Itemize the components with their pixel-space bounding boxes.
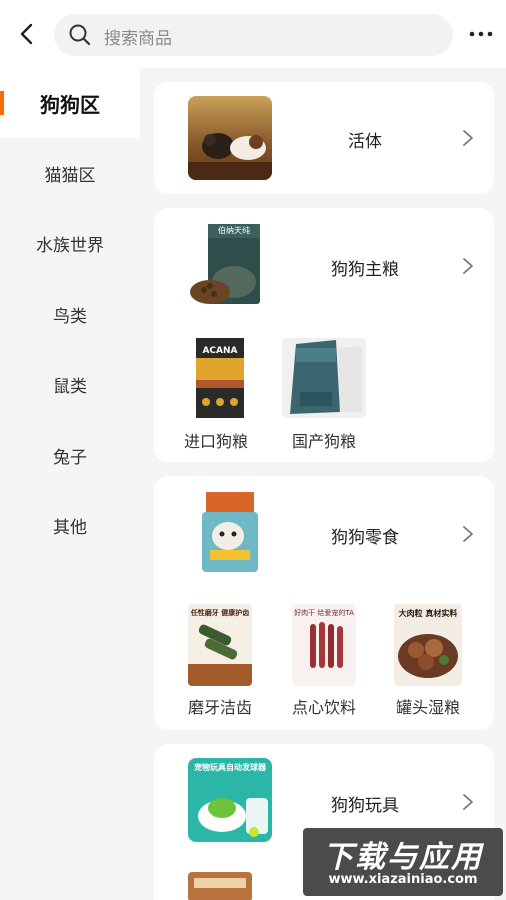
sidebar-item-other[interactable]: 其他 [0, 490, 140, 560]
subcategory-label: 磨牙洁齿 [187, 698, 252, 717]
canned-food-image: 大肉粒 真材实料 [394, 604, 462, 686]
sidebar-item-label: 鼠类 [53, 376, 87, 397]
subcategory-treats-drinks[interactable]: 好肉干 给爱宠的TA 点心饮料 [274, 604, 374, 719]
subcategory-domestic-dog-food[interactable]: 国产狗粮 [274, 338, 374, 453]
subcategory-imported-dog-food[interactable]: ACANA 进口狗粮 [166, 338, 266, 453]
brand-text: ACANA [202, 346, 238, 356]
subcategory-label: 罐头湿粮 [395, 698, 460, 717]
sidebar-item-cats[interactable]: 猫猫区 [0, 138, 140, 208]
search-placeholder: 搜索商品 [104, 29, 172, 49]
sidebar-item-rabbits[interactable]: 兔子 [0, 420, 140, 490]
toy-subcategory-image[interactable] [188, 872, 252, 900]
subcategory-label: 国产狗粮 [291, 432, 356, 451]
watermark-logo: 下载与应用 www.xiazainiao.com [303, 828, 503, 896]
dental-chew-image: 任性磨牙 健康护齿 [188, 604, 252, 686]
domestic-food-bag-image [282, 338, 366, 418]
sidebar-item-aquatic[interactable]: 水族世界 [0, 208, 140, 278]
watermark-text: 下载与应用 [323, 840, 483, 875]
watermark-url: www.xiazainiao.com [328, 872, 478, 887]
search-input[interactable]: 搜索商品 [54, 14, 453, 56]
puppy-photo [188, 96, 272, 180]
sidebar-item-label: 猫猫区 [44, 165, 96, 186]
promo-text: 任性磨牙 健康护齿 [190, 609, 250, 617]
subcategory-label: 进口狗粮 [183, 432, 248, 451]
sidebar-item-label: 兔子 [53, 447, 87, 468]
chevron-right-icon[interactable] [460, 524, 476, 544]
category-card-live[interactable]: 活体 [154, 82, 494, 194]
dog-food-bag-image[interactable]: 伯纳天纯 [188, 222, 272, 306]
sidebar-item-rodents[interactable]: 鼠类 [0, 349, 140, 419]
acana-bag-image: ACANA [190, 338, 250, 418]
brand-text: 伯纳天纯 [218, 226, 250, 235]
promo-text: 宠物玩具自动发球器 [194, 763, 266, 772]
category-card-dog-snacks: 狗狗零食 任性磨牙 健康护齿 磨牙洁齿 好肉干 给爱宠的TA 点心饮料 大肉粒 … [154, 476, 494, 730]
sidebar-item-dogs[interactable]: 狗狗区 [0, 68, 140, 138]
chevron-right-icon[interactable] [460, 792, 476, 812]
category-title[interactable]: 狗狗零食 [300, 523, 430, 548]
category-sidebar: 狗狗区 猫猫区 水族世界 鸟类 鼠类 兔子 其他 [0, 68, 140, 900]
promo-text: 好肉干 给爱宠的TA [294, 609, 354, 617]
more-icon[interactable] [466, 24, 496, 44]
back-icon[interactable] [14, 20, 42, 48]
dog-snack-bag-image[interactable] [188, 490, 272, 574]
subcategory-dental-chews[interactable]: 任性磨牙 健康护齿 磨牙洁齿 [170, 604, 270, 719]
subcategory-canned-wet-food[interactable]: 大肉粒 真材实料 罐头湿粮 [378, 604, 478, 719]
subcategory-label: 点心饮料 [291, 698, 356, 717]
search-icon [68, 23, 92, 47]
category-title[interactable]: 狗狗玩具 [300, 791, 430, 816]
category-title[interactable]: 狗狗主粮 [300, 255, 430, 280]
sidebar-item-label: 其他 [53, 517, 87, 538]
sidebar-item-label: 鸟类 [53, 306, 87, 327]
chevron-right-icon[interactable] [460, 256, 476, 276]
chevron-right-icon [460, 128, 476, 148]
top-bar: 搜索商品 [0, 0, 506, 68]
sidebar-item-birds[interactable]: 鸟类 [0, 279, 140, 349]
category-card-dog-food: 伯纳天纯 狗狗主粮 ACANA 进口狗粮 国产狗粮 [154, 208, 494, 462]
treats-image: 好肉干 给爱宠的TA [292, 604, 356, 686]
active-indicator [0, 91, 4, 115]
sidebar-item-label: 狗狗区 [40, 92, 100, 117]
sidebar-item-label: 水族世界 [36, 235, 104, 256]
promo-text: 大肉粒 真材实料 [398, 609, 458, 618]
ball-launcher-image[interactable]: 宠物玩具自动发球器 [188, 758, 272, 842]
category-title: 活体 [348, 132, 382, 152]
